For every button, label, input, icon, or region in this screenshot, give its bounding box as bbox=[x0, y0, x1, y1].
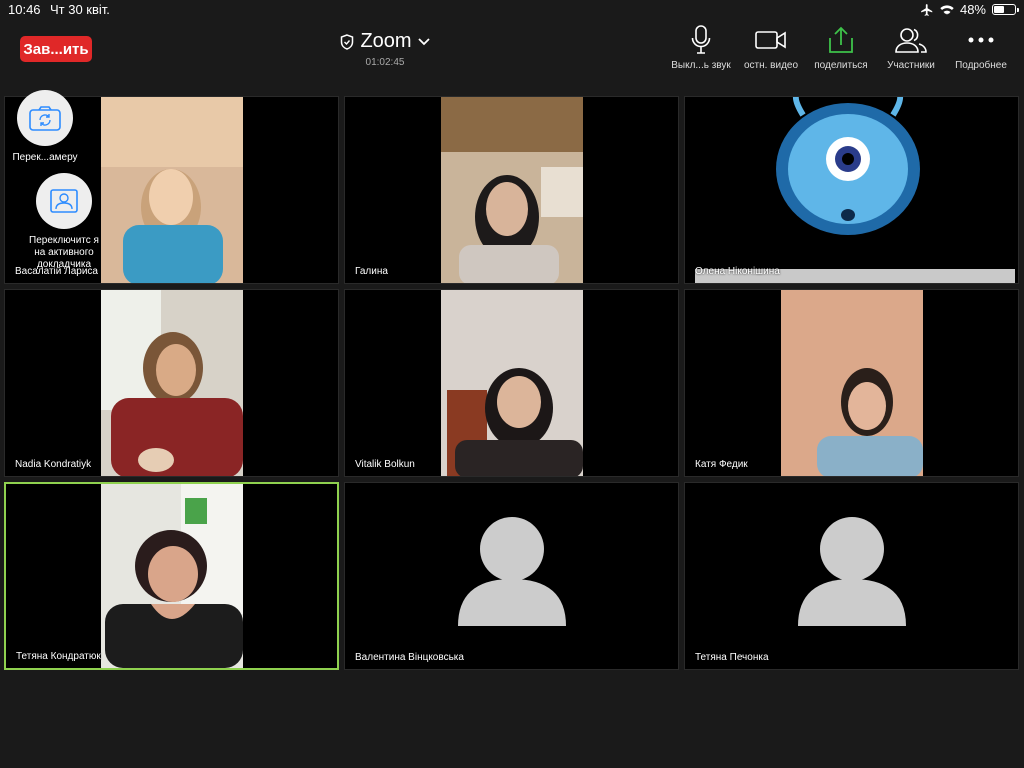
end-meeting-button[interactable]: Зав...ить bbox=[20, 36, 92, 62]
participants-label: Участники bbox=[887, 60, 935, 71]
participant-tile-active-speaker[interactable]: Тетяна Кондратюк bbox=[4, 482, 339, 670]
participant-video bbox=[685, 97, 1018, 283]
switch-camera-button[interactable] bbox=[17, 90, 73, 146]
participant-name: Катя Федик bbox=[695, 459, 748, 470]
toolbar: Выкл...ь звук остн. видео поделиться Уча… bbox=[666, 24, 1016, 71]
mute-button[interactable]: Выкл...ь звук bbox=[666, 24, 736, 71]
participant-video bbox=[101, 97, 243, 283]
status-time: 10:46 bbox=[8, 2, 41, 17]
status-right: 48% bbox=[920, 2, 1019, 17]
participant-tile[interactable]: Nadia Kondratiyk bbox=[4, 289, 339, 477]
switch-camera-label: Перек...амеру bbox=[12, 152, 78, 163]
microphone-icon bbox=[691, 25, 711, 54]
more-icon bbox=[968, 37, 994, 43]
wifi-icon bbox=[940, 4, 954, 15]
participant-name: Валентина Вінцковська bbox=[355, 652, 464, 663]
switch-camera-icon bbox=[29, 106, 61, 131]
switch-speaker-control[interactable]: Переключитс я на активного докладчика bbox=[24, 173, 104, 271]
video-label: остн. видео bbox=[743, 60, 799, 71]
participant-name: Тетяна Печонка bbox=[695, 652, 769, 663]
participant-tile[interactable]: Валентина Вінцковська bbox=[344, 482, 679, 670]
participant-tile[interactable]: Галина bbox=[344, 96, 679, 284]
shield-icon bbox=[341, 33, 354, 50]
switch-camera-control[interactable]: Перек...амеру bbox=[5, 90, 85, 164]
switch-speaker-label: Переключитс я на активного докладчика bbox=[29, 235, 99, 270]
share-icon bbox=[829, 26, 853, 53]
participant-name: Тетяна Кондратюк bbox=[16, 651, 101, 662]
participant-video bbox=[441, 97, 583, 283]
battery-percent: 48% bbox=[959, 2, 986, 17]
participant-video bbox=[781, 290, 923, 476]
participant-tile[interactable]: Vitalik Bolkun bbox=[344, 289, 679, 477]
participant-name: Vitalik Bolkun bbox=[355, 459, 415, 470]
meeting-title-area[interactable]: Zoom 01:02:45 bbox=[330, 30, 440, 68]
meeting-timer: 01:02:45 bbox=[365, 57, 405, 68]
more-button[interactable]: Подробнее bbox=[946, 24, 1016, 71]
default-avatar-icon bbox=[798, 517, 906, 626]
chevron-down-icon[interactable] bbox=[417, 37, 430, 46]
meeting-header: Зав...ить Zoom 01:02:45 Выкл...ь звук ос… bbox=[0, 20, 1024, 80]
mute-label: Выкл...ь звук bbox=[671, 60, 731, 71]
share-button[interactable]: поделиться bbox=[806, 24, 876, 71]
default-avatar-icon bbox=[458, 517, 566, 626]
speaker-view-icon bbox=[50, 189, 78, 213]
video-camera-icon bbox=[755, 31, 786, 49]
participants-button[interactable]: Участники bbox=[876, 24, 946, 71]
participant-tile[interactable]: Олена Ніконішина bbox=[684, 96, 1019, 284]
participant-tile[interactable]: Катя Федик bbox=[684, 289, 1019, 477]
participant-tile[interactable]: Тетяна Печонка bbox=[684, 482, 1019, 670]
participant-name: Nadia Kondratiyk bbox=[15, 459, 92, 470]
participant-name: Галина bbox=[355, 266, 388, 277]
airplane-icon bbox=[921, 3, 933, 16]
meeting-title: Zoom bbox=[360, 30, 412, 52]
share-label: поделиться bbox=[814, 60, 868, 71]
participant-video bbox=[101, 484, 243, 668]
battery-icon bbox=[992, 4, 1019, 15]
participant-name: Олена Ніконішина bbox=[695, 266, 780, 277]
participant-video bbox=[101, 290, 243, 476]
participants-icon bbox=[895, 28, 927, 53]
status-date: Чт 30 квіт. bbox=[50, 2, 110, 17]
status-bar: 10:46 Чт 30 квіт. 48% bbox=[0, 0, 1024, 20]
stop-video-button[interactable]: остн. видео bbox=[736, 24, 806, 71]
more-label: Подробнее bbox=[955, 60, 1007, 71]
participant-video bbox=[441, 290, 583, 476]
switch-speaker-button[interactable] bbox=[36, 173, 92, 229]
